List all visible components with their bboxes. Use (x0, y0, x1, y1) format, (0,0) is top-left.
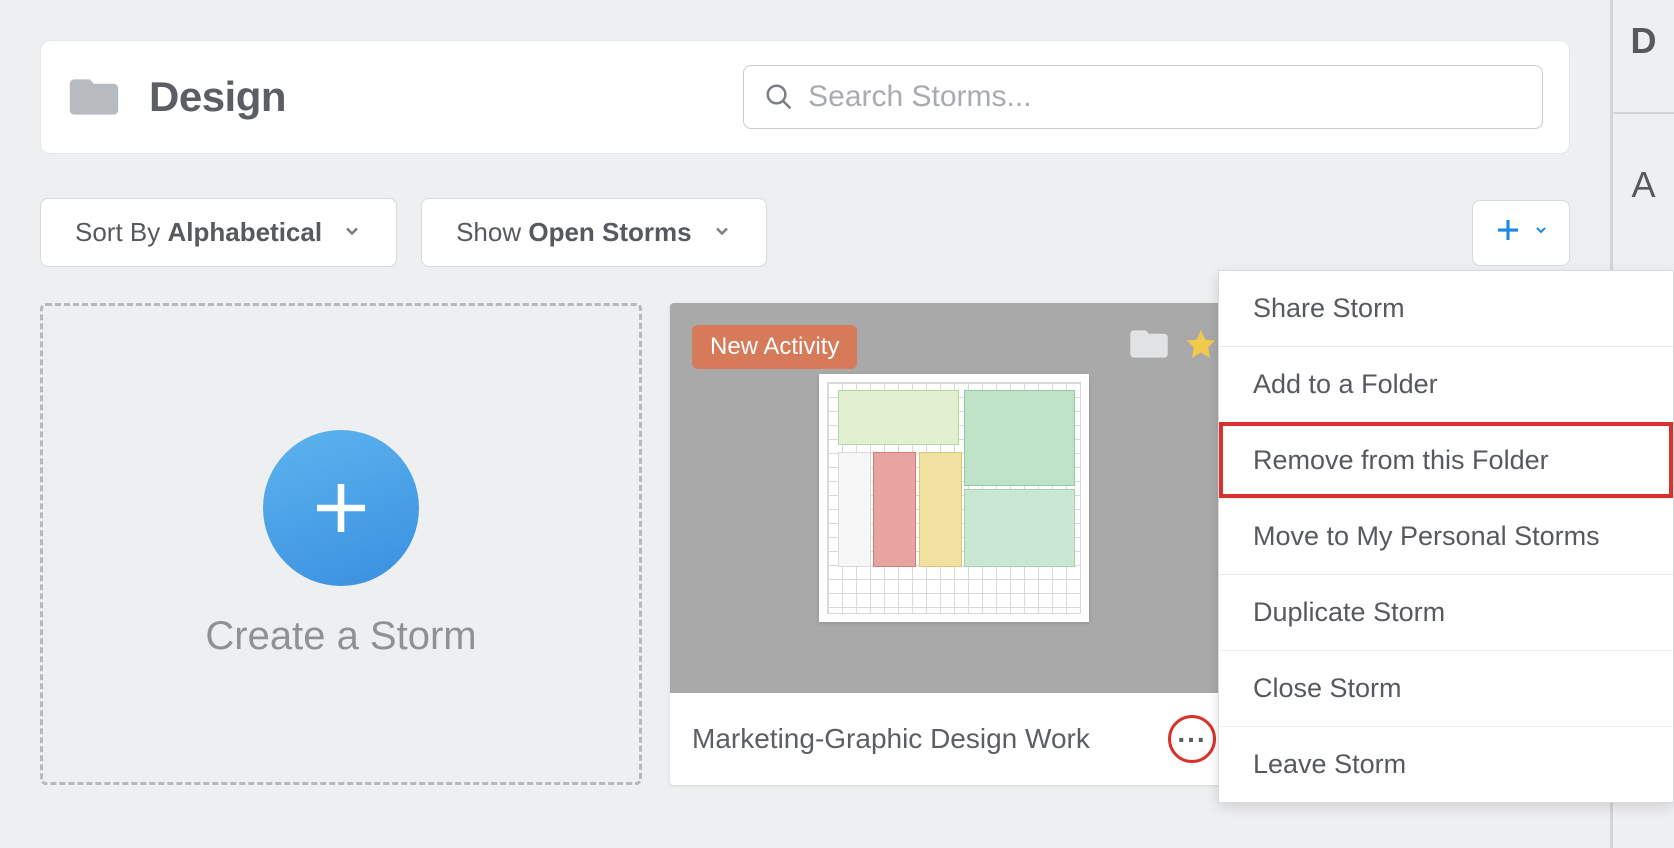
search-input[interactable] (808, 80, 1522, 114)
create-storm-label: Create a Storm (205, 614, 476, 659)
sort-dropdown[interactable]: Sort By Alphabetical (40, 198, 397, 267)
folder-header: Design (40, 40, 1570, 154)
chevron-down-icon (712, 217, 732, 248)
new-activity-badge: New Activity (692, 325, 857, 369)
storm-card[interactable]: New Activity (670, 303, 1238, 785)
menu-item[interactable]: Add to a Folder (1219, 346, 1673, 422)
menu-item[interactable]: Remove from this Folder (1219, 422, 1673, 498)
show-dropdown[interactable]: Show Open Storms (421, 198, 767, 267)
show-value: Open Storms (528, 217, 691, 247)
search-field[interactable] (743, 65, 1543, 129)
more-options-button[interactable]: ... (1168, 715, 1216, 763)
menu-item[interactable]: Duplicate Storm (1219, 574, 1673, 650)
menu-item[interactable]: Close Storm (1219, 650, 1673, 726)
right-panel-letter: A (1631, 164, 1655, 206)
storm-title: Marketing-Graphic Design Work (692, 723, 1154, 755)
chevron-down-icon (342, 217, 362, 248)
add-button[interactable] (1472, 200, 1570, 266)
search-icon (764, 81, 794, 113)
controls-row: Sort By Alphabetical Show Open Storms (40, 198, 1570, 267)
menu-item[interactable]: Leave Storm (1219, 726, 1673, 802)
chevron-down-icon (1533, 222, 1549, 243)
menu-item[interactable]: Move to My Personal Storms (1219, 498, 1673, 574)
create-storm-card[interactable]: Create a Storm (40, 303, 642, 785)
star-icon[interactable] (1184, 327, 1218, 366)
show-prefix: Show (456, 217, 528, 247)
storm-context-menu: Share StormAdd to a FolderRemove from th… (1218, 270, 1674, 803)
sort-value: Alphabetical (167, 217, 322, 247)
right-panel-letter: D (1631, 20, 1657, 62)
menu-item[interactable]: Share Storm (1219, 271, 1673, 346)
create-plus-icon (263, 430, 419, 586)
folder-icon[interactable] (1128, 327, 1170, 366)
sort-prefix: Sort By (75, 217, 167, 247)
folder-icon (67, 75, 121, 119)
folder-title: Design (149, 73, 286, 121)
plus-icon (1493, 215, 1523, 251)
storm-thumbnail (819, 374, 1089, 622)
storm-preview: New Activity (670, 303, 1238, 693)
